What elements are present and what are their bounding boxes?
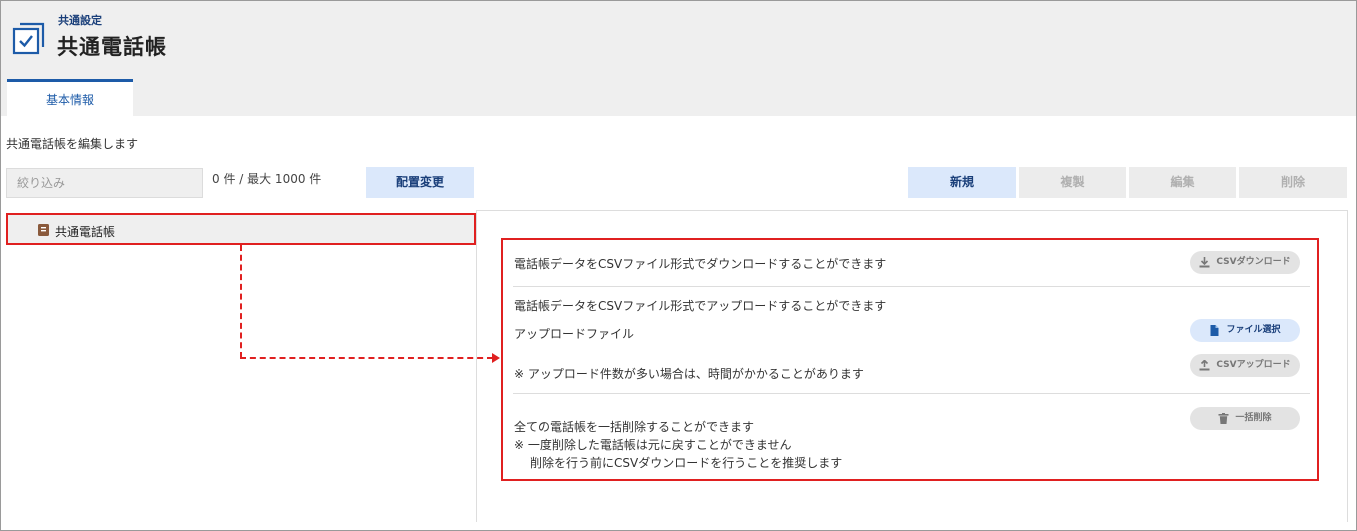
- checklist-app-icon: [12, 22, 45, 55]
- page-title: 共通電話帳: [57, 35, 167, 59]
- csv-upload-text: 電話帳データをCSVファイル形式でアップロードすることができます: [514, 299, 887, 313]
- connector-line-horizontal: [240, 357, 493, 359]
- phonebook-icon: [38, 224, 49, 236]
- delete-button[interactable]: 削除: [1239, 167, 1347, 198]
- delete-all-text: 全ての電話帳を一括削除することができます: [514, 420, 755, 434]
- upload-icon: [1199, 360, 1210, 371]
- page-header: 共通設定 共通電話帳 基本情報: [1, 1, 1356, 117]
- csv-download-button-label: CSVダウンロード: [1216, 257, 1291, 267]
- download-icon: [1199, 257, 1210, 268]
- file-select-button-label: ファイル選択: [1226, 325, 1281, 335]
- edit-button[interactable]: 編集: [1129, 167, 1236, 198]
- tree-item-phonebook[interactable]: 共通電話帳: [6, 213, 476, 245]
- panel-border-left: [476, 210, 477, 522]
- filter-input[interactable]: [6, 168, 203, 198]
- delete-note-1: ※ 一度削除した電話帳は元に戻すことができません: [514, 438, 792, 452]
- delete-all-button[interactable]: 一括削除: [1190, 407, 1300, 430]
- page-subtitle: 共通設定: [58, 14, 102, 27]
- file-select-button[interactable]: ファイル選択: [1190, 319, 1300, 342]
- page-description: 共通電話帳を編集します: [6, 137, 139, 151]
- section-divider: [513, 393, 1310, 394]
- trash-icon: [1218, 413, 1229, 424]
- connector-arrow-icon: [492, 353, 500, 363]
- copy-button[interactable]: 複製: [1019, 167, 1126, 198]
- new-button[interactable]: 新規: [908, 167, 1016, 198]
- csv-upload-button[interactable]: CSVアップロード: [1190, 354, 1300, 377]
- csv-download-text: 電話帳データをCSVファイル形式でダウンロードすることができます: [514, 257, 887, 271]
- connector-line-vertical: [240, 245, 242, 358]
- panel-border-right: [1347, 210, 1348, 522]
- tree-item-label: 共通電話帳: [55, 225, 116, 239]
- csv-download-button[interactable]: CSVダウンロード: [1190, 251, 1300, 274]
- csv-upload-button-label: CSVアップロード: [1216, 360, 1291, 370]
- delete-note-2: 削除を行う前にCSVダウンロードを行うことを推奨します: [530, 456, 843, 470]
- rearrange-button[interactable]: 配置変更: [366, 167, 474, 198]
- panel-border-top: [476, 210, 1348, 211]
- upload-file-label: アップロードファイル: [514, 327, 635, 341]
- upload-note: ※ アップロード件数が多い場合は、時間がかかることがあります: [514, 367, 864, 381]
- tab-basic-info[interactable]: 基本情報: [7, 79, 133, 117]
- delete-all-button-label: 一括削除: [1235, 413, 1272, 423]
- file-icon: [1210, 325, 1219, 336]
- section-divider: [513, 286, 1310, 287]
- item-count: 0 件 / 最大 1000 件: [212, 172, 322, 186]
